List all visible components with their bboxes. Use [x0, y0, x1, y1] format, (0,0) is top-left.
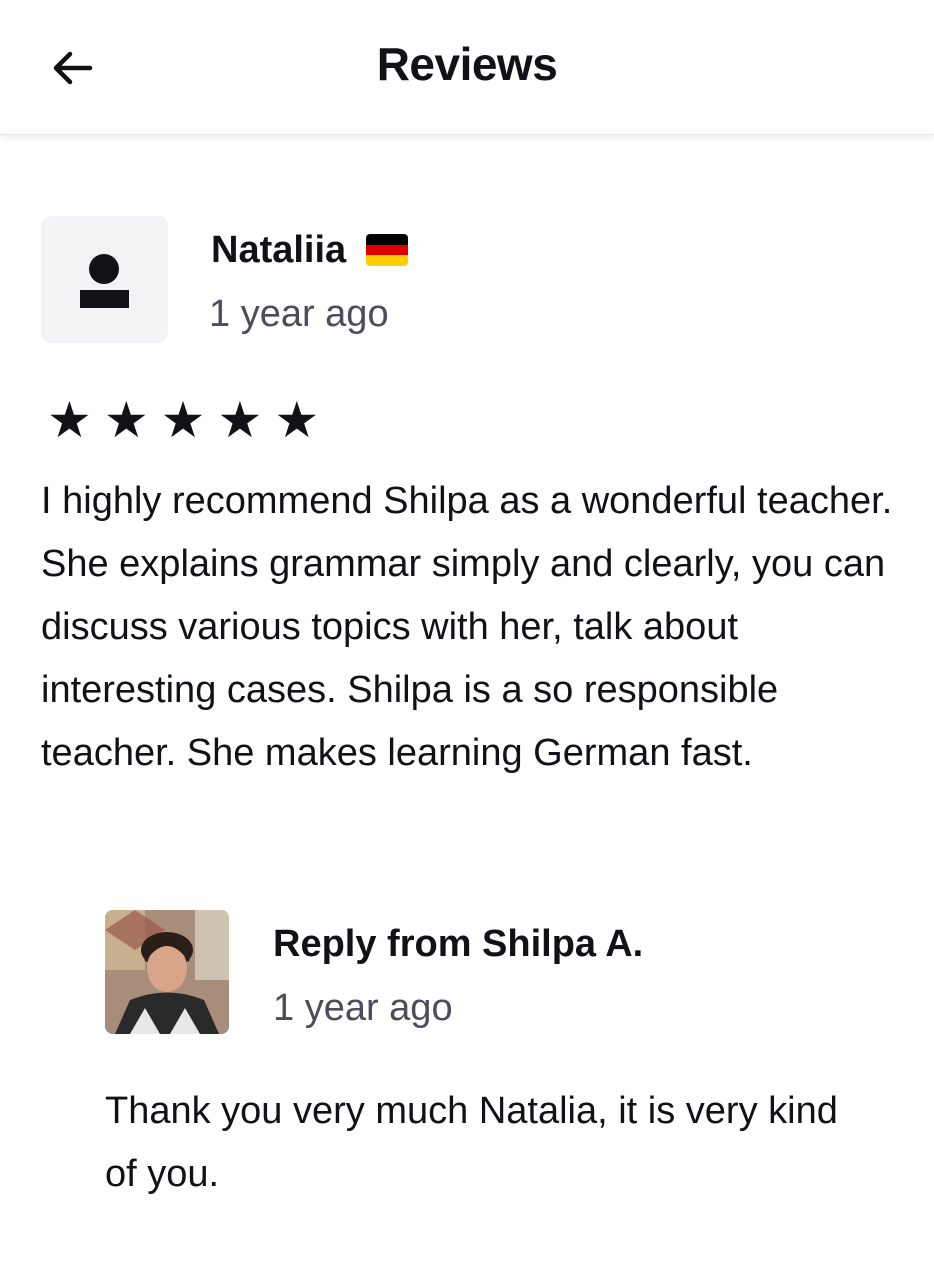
teacher-photo: [105, 910, 229, 1034]
reviewer-avatar-placeholder: [41, 216, 168, 343]
reviewer-name-row: Nataliia: [211, 226, 409, 274]
person-body-icon: [80, 290, 129, 308]
star-icon: ★: [47, 392, 92, 448]
teacher-avatar: [105, 910, 229, 1034]
page-title: Reviews: [376, 38, 558, 90]
germany-flag-icon: [366, 234, 409, 266]
star-icon: ★: [217, 392, 263, 448]
star-icon: ★: [160, 392, 206, 448]
review-text: I highly recommend Shilpa as a wonderful…: [41, 480, 893, 774]
star-icon: ★: [274, 392, 320, 448]
reply-date: 1 year ago: [273, 987, 453, 1029]
review-date: 1 year ago: [209, 293, 389, 335]
app-header: Reviews: [0, 0, 934, 135]
reviewer-name: Nataliia: [211, 229, 347, 271]
person-head-icon: [89, 254, 119, 284]
star-rating: ★ ★ ★ ★ ★: [47, 392, 319, 448]
reply-title: Reply from Shilpa A.: [273, 923, 644, 965]
reply-text: Thank you very much Natalia, it is very …: [105, 1090, 838, 1195]
star-icon: ★: [103, 392, 149, 448]
